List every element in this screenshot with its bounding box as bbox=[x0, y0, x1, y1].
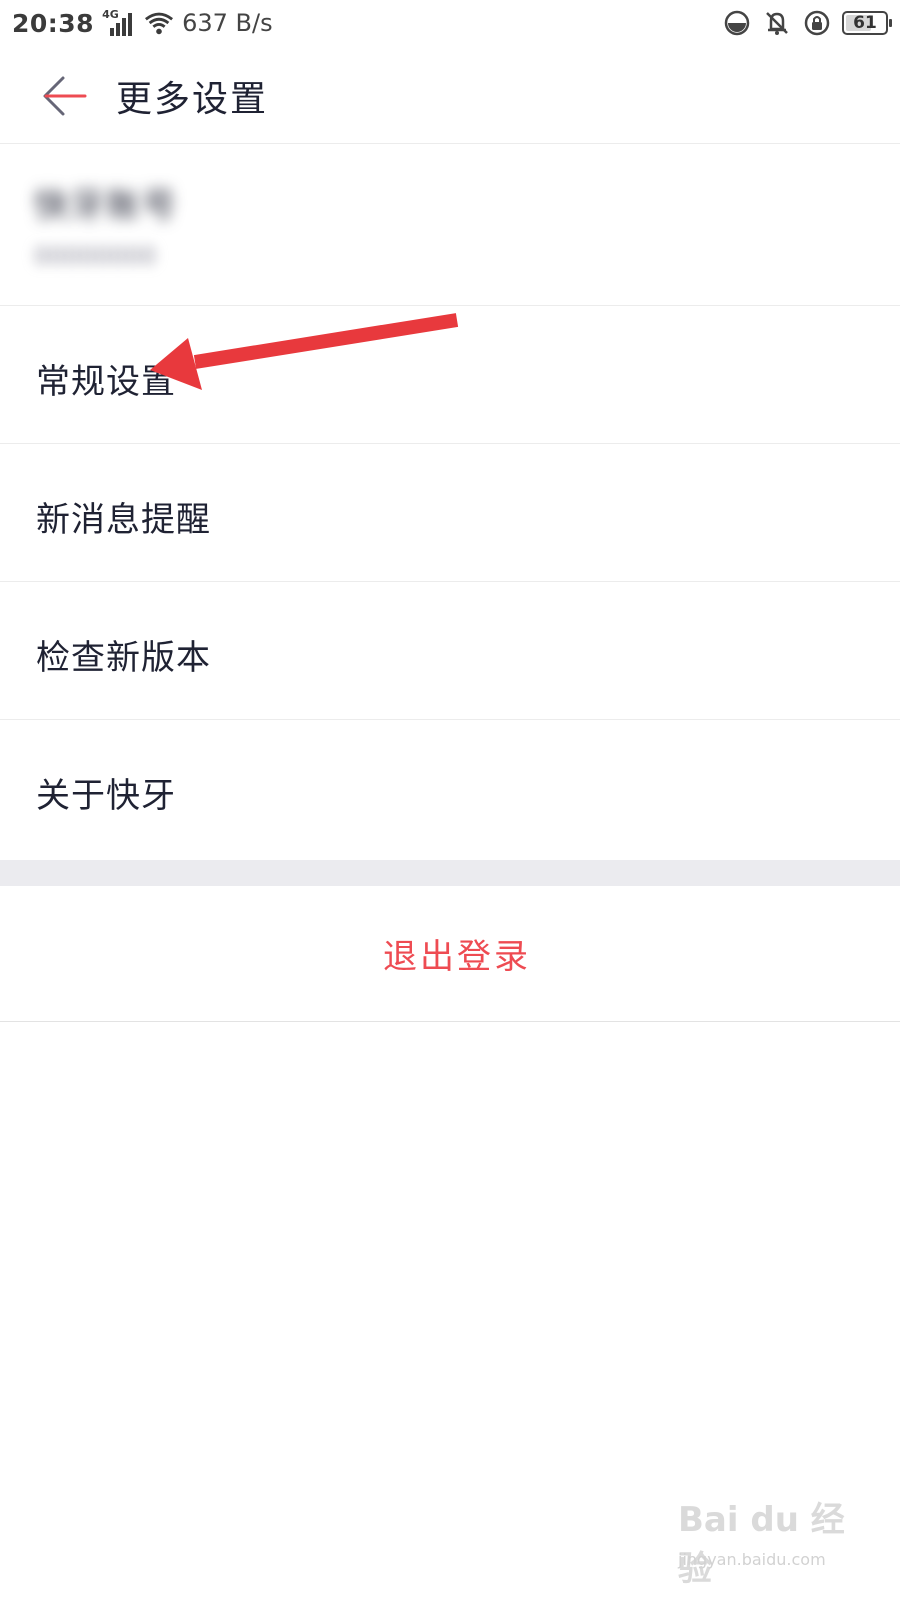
account-id: 00000000 bbox=[34, 242, 157, 270]
menu-item-label: 新消息提醒 bbox=[36, 500, 211, 540]
back-button[interactable] bbox=[36, 68, 92, 124]
status-left: 20:38 4G 637 B/s bbox=[12, 8, 273, 38]
status-bar: 20:38 4G 637 B/s 61 bbox=[0, 0, 900, 46]
account-name: 快牙账号 bbox=[34, 186, 178, 226]
menu-item-about[interactable]: 关于快牙 bbox=[0, 720, 900, 860]
mute-bell-icon bbox=[762, 8, 792, 38]
menu-item-label: 检查新版本 bbox=[36, 638, 211, 678]
logout-label: 退出登录 bbox=[383, 937, 531, 977]
logout-button[interactable]: 退出登录 bbox=[0, 886, 900, 1022]
eye-comfort-icon bbox=[722, 8, 752, 38]
section-divider bbox=[0, 860, 900, 886]
menu-item-general-settings[interactable]: 常规设置 bbox=[0, 306, 900, 444]
menu-item-notifications[interactable]: 新消息提醒 bbox=[0, 444, 900, 582]
wifi-icon bbox=[144, 8, 174, 38]
menu-item-check-update[interactable]: 检查新版本 bbox=[0, 582, 900, 720]
baidu-watermark: Bai du 经验 jingyan.baidu.com bbox=[678, 1492, 848, 1589]
cellular-signal-icon: 4G bbox=[102, 8, 136, 36]
network-type: 4G bbox=[102, 8, 119, 21]
arrow-left-icon bbox=[43, 76, 87, 116]
battery-level: 61 bbox=[853, 13, 877, 33]
header: 更多设置 bbox=[0, 46, 900, 144]
network-speed: 637 B/s bbox=[182, 9, 273, 37]
status-right: 61 bbox=[722, 8, 892, 38]
watermark-logo: Bai du 经验 bbox=[678, 1500, 845, 1589]
menu-item-label: 常规设置 bbox=[36, 362, 176, 402]
battery-icon: 61 bbox=[842, 11, 892, 35]
status-time: 20:38 bbox=[12, 8, 95, 38]
rotation-lock-icon bbox=[802, 8, 832, 38]
page-title: 更多设置 bbox=[116, 79, 269, 120]
account-info[interactable]: 快牙账号 00000000 bbox=[0, 144, 900, 306]
screen: 20:38 4G 637 B/s 61 更多设置 快牙账号 00000000 常… bbox=[0, 0, 900, 1600]
watermark-url: jingyan.baidu.com bbox=[678, 1550, 826, 1569]
menu-item-label: 关于快牙 bbox=[36, 776, 176, 816]
